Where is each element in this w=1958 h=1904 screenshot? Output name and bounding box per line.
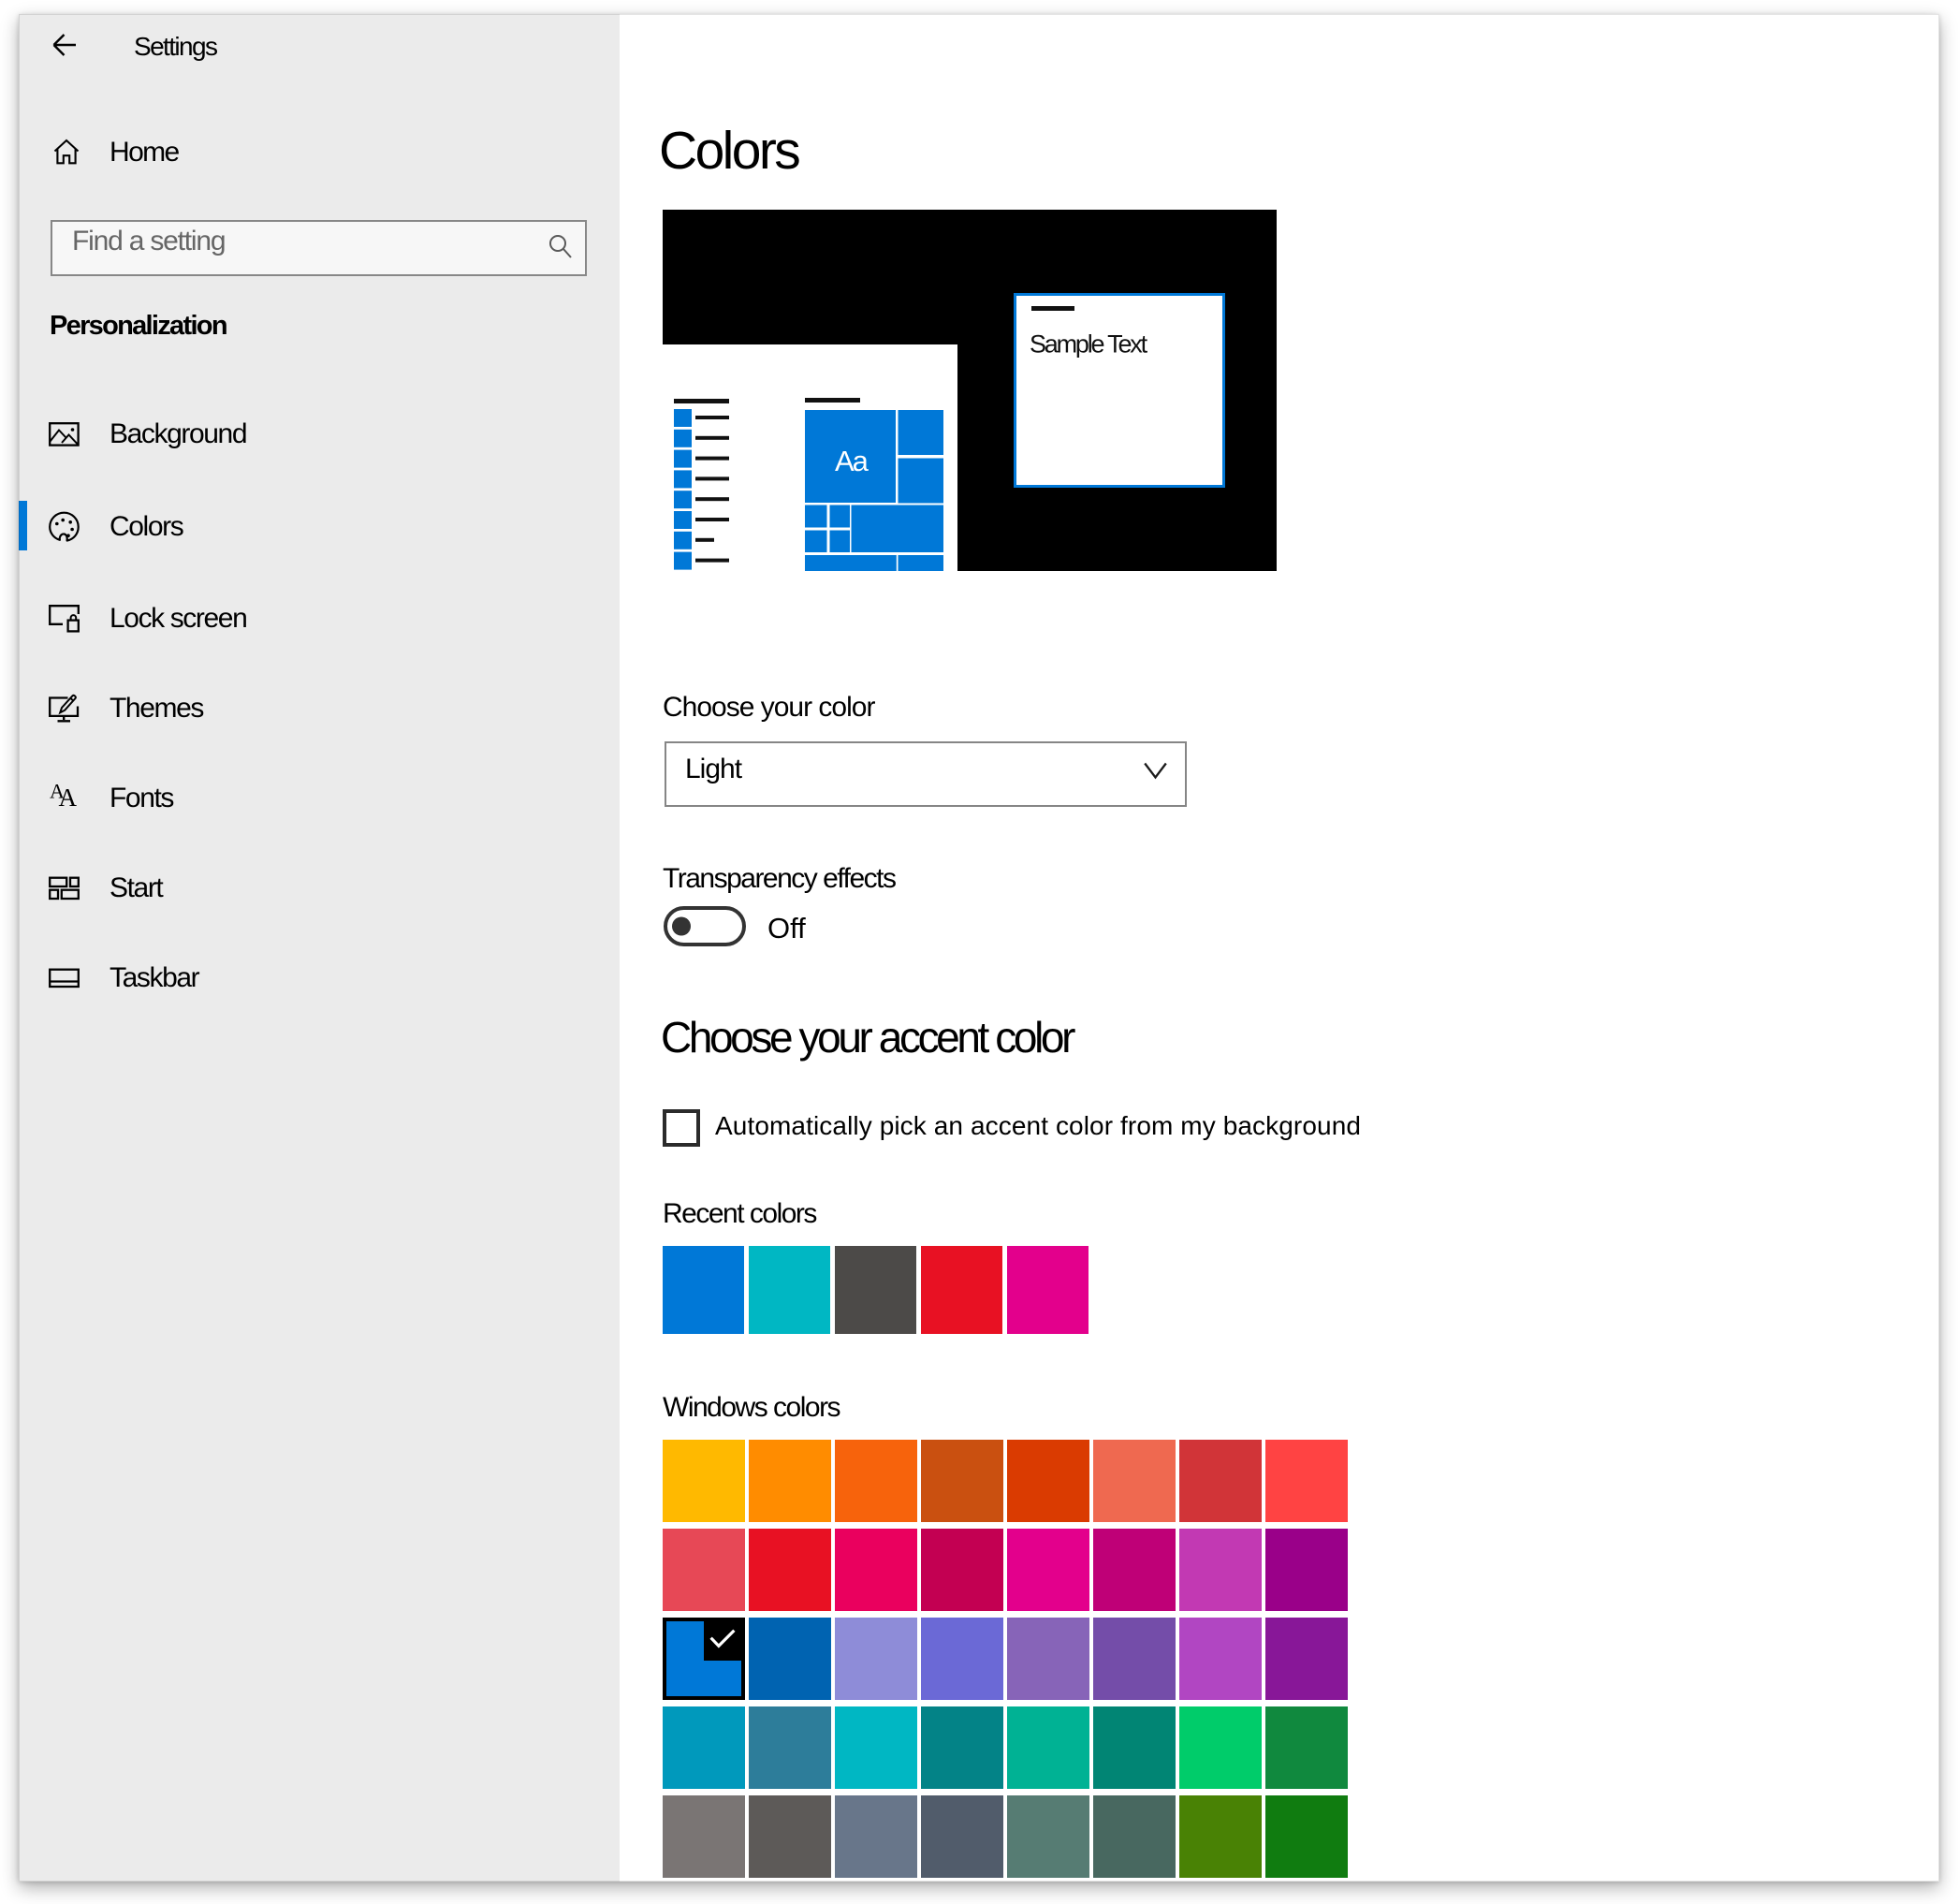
svg-text:Aa: Aa — [835, 445, 869, 477]
svg-text:Sample Text: Sample Text — [1030, 330, 1148, 359]
svg-text:A: A — [59, 784, 78, 812]
